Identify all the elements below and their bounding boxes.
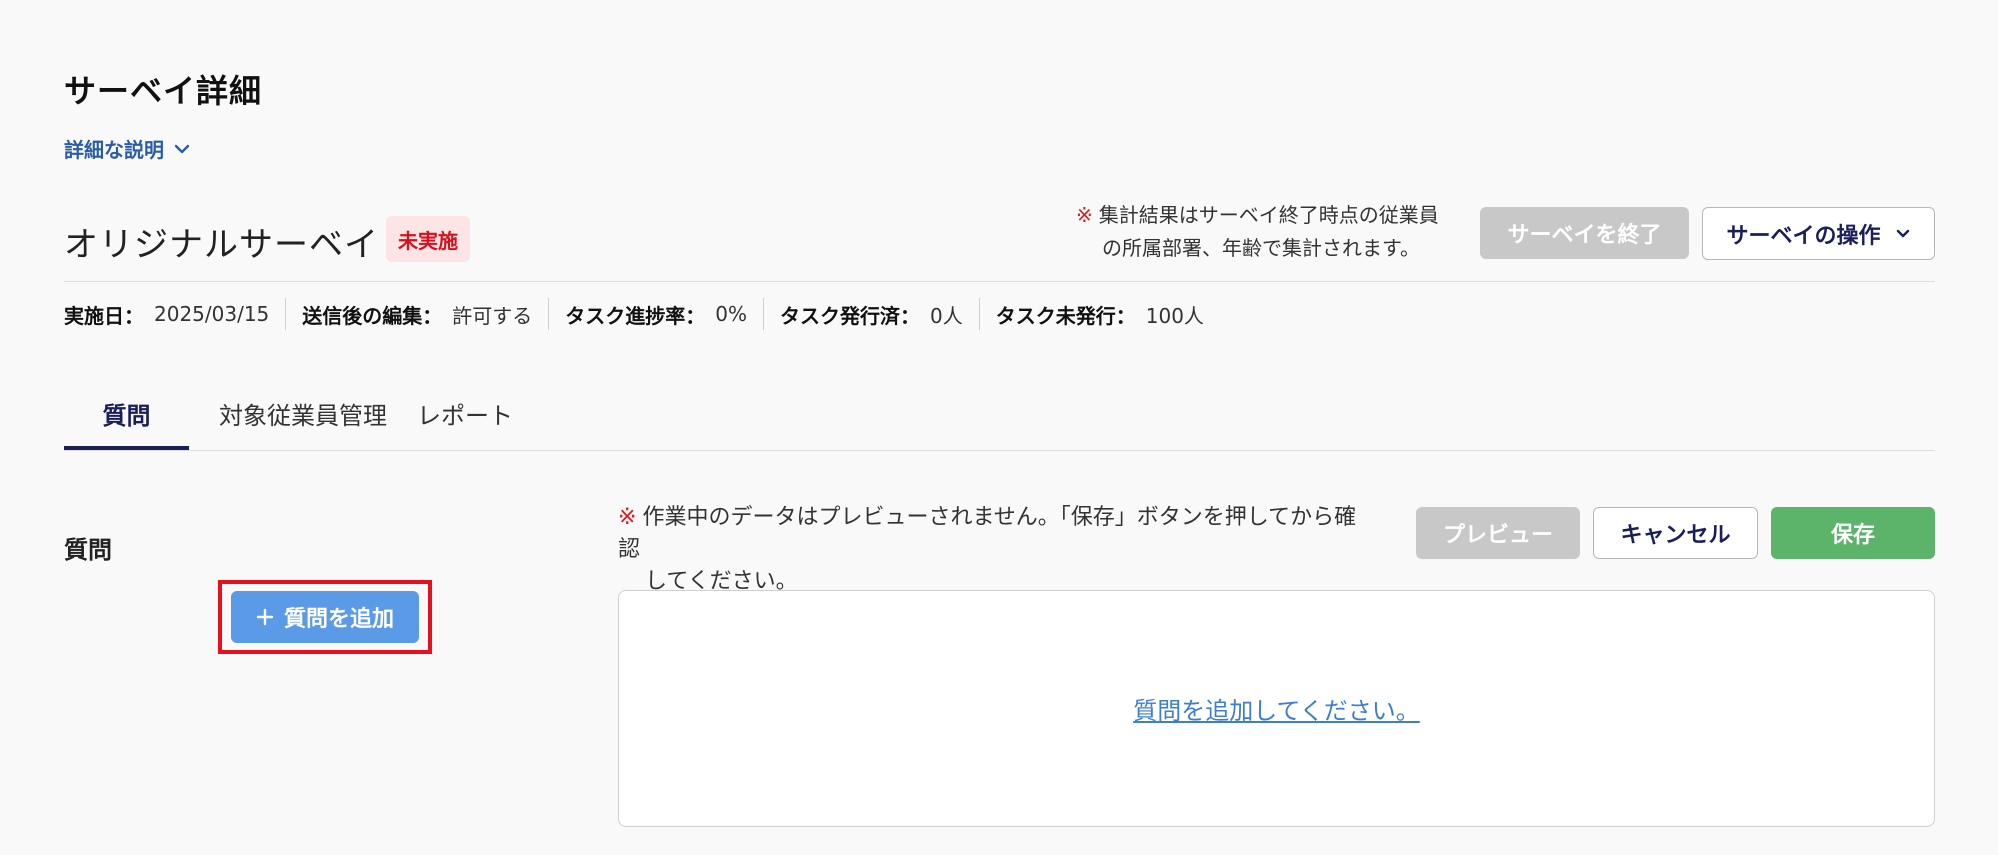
- chevron-down-icon: [1896, 229, 1909, 237]
- notice-line-1: 集計結果はサーベイ終了時点の従業員: [1098, 203, 1439, 227]
- add-question-link[interactable]: 質問を追加してください。: [1133, 691, 1420, 726]
- notice-mark: ※: [618, 505, 637, 530]
- meta-item-progress: タスク進捗率： 0%: [548, 298, 763, 330]
- meta-value: 0%: [715, 302, 748, 326]
- description-toggle[interactable]: 詳細な説明: [64, 134, 190, 163]
- plus-icon: [256, 608, 274, 626]
- end-survey-button[interactable]: サーベイを終了: [1480, 207, 1689, 259]
- tab-report[interactable]: レポート: [417, 380, 527, 450]
- survey-meta: 実施日： 2025/03/15 送信後の編集： 許可する タスク進捗率： 0% タスク…: [64, 298, 1220, 330]
- meta-value: 2025/03/15: [154, 302, 270, 326]
- save-button[interactable]: 保存: [1771, 507, 1935, 559]
- add-question-button[interactable]: 質問を追加: [231, 591, 419, 643]
- meta-label: タスク未発行：: [995, 303, 1136, 328]
- notice-line-1: 作業中のデータはプレビューされません。「保存」ボタンを押してから確認: [618, 505, 1357, 562]
- tab-divider: [64, 450, 1935, 451]
- survey-operations-label: サーベイの操作: [1726, 223, 1881, 249]
- preview-button[interactable]: プレビュー: [1416, 507, 1580, 559]
- questions-section-title: 質問: [64, 536, 112, 564]
- questions-empty-state: 質問を追加してください。: [618, 590, 1935, 827]
- status-badge: 未実施: [386, 216, 470, 262]
- meta-label: タスク進捗率：: [565, 303, 706, 328]
- tab-questions[interactable]: 質問: [64, 380, 189, 450]
- meta-label: 送信後の編集：: [302, 303, 443, 328]
- meta-label: 実施日：: [64, 303, 144, 328]
- tab-target-employees[interactable]: 対象従業員管理: [189, 380, 417, 450]
- meta-value: 許可する: [452, 303, 533, 328]
- chevron-down-icon: [174, 144, 190, 153]
- header-divider: [64, 281, 1935, 282]
- description-toggle-label: 詳細な説明: [64, 138, 164, 162]
- notice-line-2: の所属部署、年齢で集計されます。: [1102, 236, 1420, 260]
- survey-operations-button[interactable]: サーベイの操作: [1702, 207, 1935, 260]
- preview-notice: ※ 作業中のデータはプレビューされません。「保存」ボタンを押してから確認 してくだ…: [618, 502, 1378, 598]
- meta-item-issued: タスク発行済： 0人: [763, 298, 979, 330]
- meta-item-edit: 送信後の編集： 許可する: [285, 298, 548, 330]
- meta-item-unissued: タスク未発行： 100人: [978, 298, 1220, 330]
- meta-value: 100人: [1145, 303, 1204, 328]
- notice-mark: ※: [1076, 203, 1093, 227]
- tab-bar: 質問 対象従業員管理 レポート: [64, 380, 527, 450]
- survey-name: オリジナルサーベイ: [64, 225, 379, 265]
- cancel-button[interactable]: キャンセル: [1593, 507, 1758, 559]
- add-question-label: 質問を追加: [283, 607, 394, 632]
- aggregation-notice: ※ 集計結果はサーベイ終了時点の従業員 の所属部署、年齢で集計されます。: [1076, 199, 1476, 265]
- page-title: サーベイ詳細: [64, 72, 263, 110]
- meta-item-date: 実施日： 2025/03/15: [64, 298, 285, 330]
- meta-label: タスク発行済：: [780, 303, 921, 328]
- meta-value: 0人: [930, 303, 963, 328]
